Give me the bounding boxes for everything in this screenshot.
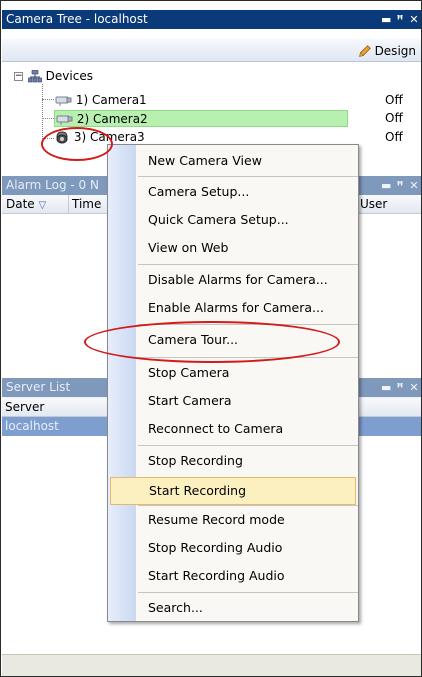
sort-down-icon: ▽ xyxy=(38,200,47,211)
camera1-status: Off xyxy=(385,93,403,107)
camera2-status: Off xyxy=(385,111,403,125)
column-header-time[interactable]: Time xyxy=(68,195,101,214)
camera2-label: 2) Camera2 xyxy=(76,112,148,126)
tree-root-label: Devices xyxy=(45,69,93,83)
tree-root-devices[interactable]: − Devices xyxy=(14,68,93,85)
camera3-status: Off xyxy=(385,130,403,144)
collapse-icon[interactable]: − xyxy=(14,72,23,81)
menu-separator xyxy=(138,445,358,446)
menu-separator xyxy=(138,176,358,177)
camera-icon xyxy=(56,115,73,125)
pin-icon[interactable]: ꟸ xyxy=(395,378,405,397)
menu-item-disable-alarms[interactable]: Disable Alarms for Camera... xyxy=(136,266,358,294)
menu-item-stop-recording[interactable]: Stop Recording xyxy=(136,447,358,475)
pin-icon[interactable]: ꟸ xyxy=(395,10,405,29)
menu-item-start-camera[interactable]: Start Camera xyxy=(136,387,358,415)
server-list-controls: ▬ ꟸ ✕ xyxy=(381,378,419,397)
menu-item-enable-alarms[interactable]: Enable Alarms for Camera... xyxy=(136,294,358,322)
annotation-ellipse-camera-tour xyxy=(84,321,340,363)
camera1-label: 1) Camera1 xyxy=(75,93,147,107)
camera-tree-controls: ▬ ꟸ ✕ xyxy=(381,10,419,29)
camera-tree-title: Camera Tree - localhost xyxy=(6,12,148,26)
close-icon[interactable]: ✕ xyxy=(409,176,419,195)
pencil-icon xyxy=(358,44,371,57)
network-devices-icon xyxy=(27,69,43,83)
menu-item-reconnect-camera[interactable]: Reconnect to Camera xyxy=(136,415,358,443)
menu-item-view-on-web[interactable]: View on Web xyxy=(136,234,358,262)
menu-item-stop-recording-audio[interactable]: Stop Recording Audio xyxy=(136,534,358,562)
camera-tree-toolbar: Design xyxy=(2,39,421,62)
menu-item-camera-setup[interactable]: Camera Setup... xyxy=(136,178,358,206)
menu-item-stop-camera[interactable]: Stop Camera xyxy=(136,359,358,387)
status-bar xyxy=(2,654,421,676)
menu-item-start-recording-audio[interactable]: Start Recording Audio xyxy=(136,562,358,590)
menu-item-search[interactable]: Search... xyxy=(136,594,358,622)
alarm-log-title: Alarm Log - 0 N xyxy=(6,178,99,192)
menu-item-resume-record-mode[interactable]: Resume Record mode xyxy=(136,506,358,534)
close-icon[interactable]: ✕ xyxy=(409,378,419,397)
tree-connector xyxy=(42,99,54,100)
tree-item-camera2[interactable]: 2) Camera2 xyxy=(54,110,348,127)
menu-separator xyxy=(138,592,358,593)
camera-tree-titlebar[interactable]: Camera Tree - localhost ▬ ꟸ ✕ xyxy=(2,10,421,29)
date-label: Date xyxy=(6,197,35,211)
pin-icon[interactable]: ꟸ xyxy=(395,176,405,195)
close-icon[interactable]: ✕ xyxy=(409,10,419,29)
column-header-user[interactable]: User xyxy=(360,195,387,214)
design-button[interactable]: Design xyxy=(358,42,416,59)
alarm-log-controls: ▬ ꟸ ✕ xyxy=(381,176,419,195)
window-position-icon[interactable]: ▬ xyxy=(381,176,391,195)
menu-item-new-camera-view[interactable]: New Camera View xyxy=(136,147,358,175)
application-window: Camera Tree - localhost ▬ ꟸ ✕ Design − D… xyxy=(0,0,422,677)
menu-item-quick-camera-setup[interactable]: Quick Camera Setup... xyxy=(136,206,358,234)
menu-separator xyxy=(138,264,358,265)
column-header-date[interactable]: Date ▽ xyxy=(6,195,46,215)
menu-item-start-recording[interactable]: Start Recording xyxy=(110,477,356,505)
tree-connector xyxy=(42,118,54,119)
server-list-title: Server List xyxy=(6,380,71,394)
window-position-icon[interactable]: ▬ xyxy=(381,378,391,397)
annotation-ellipse-camera3 xyxy=(41,127,113,161)
window-position-icon[interactable]: ▬ xyxy=(381,10,391,29)
design-label: Design xyxy=(374,43,416,58)
tree-connector xyxy=(42,84,43,145)
tree-item-camera1[interactable]: 1) Camera1 xyxy=(54,92,147,109)
menu-icon-gutter xyxy=(108,145,136,621)
camera-icon xyxy=(55,96,72,106)
camera-context-menu: New Camera View Camera Setup... Quick Ca… xyxy=(107,144,359,622)
column-header-server[interactable]: Server xyxy=(5,398,44,417)
